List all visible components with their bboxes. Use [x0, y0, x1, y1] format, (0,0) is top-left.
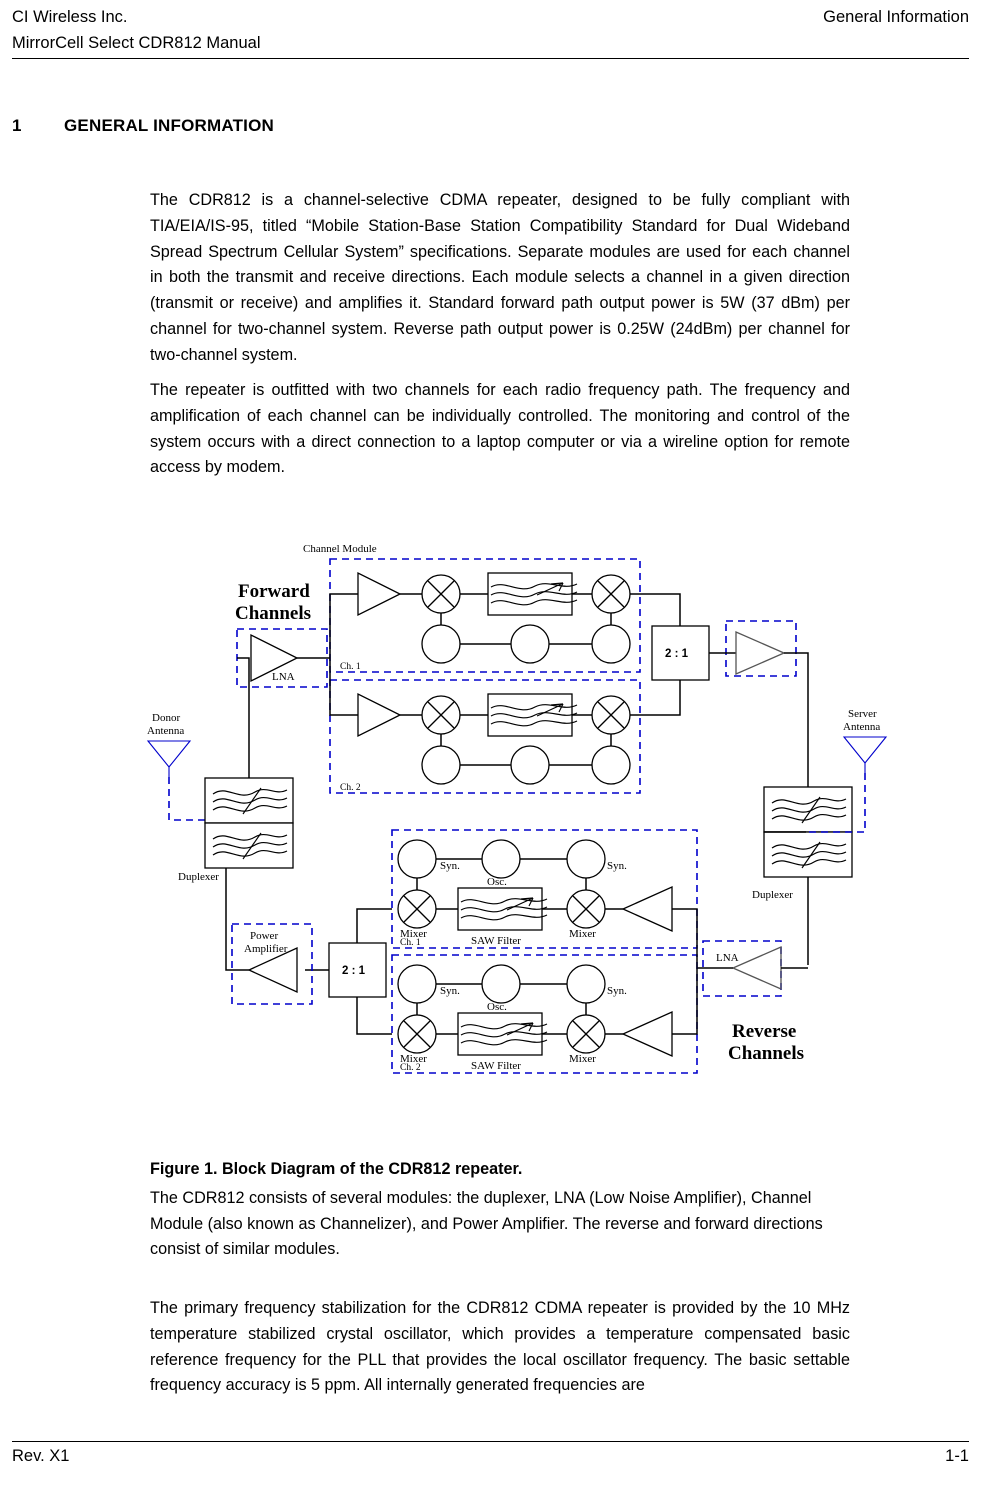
reverse-channels-label-2: Channels — [728, 1043, 804, 1064]
header-company: CI Wireless Inc. — [12, 8, 128, 26]
reverse-ch2-synth1 — [397, 964, 437, 1004]
section-number: 1 — [12, 116, 22, 135]
reverse-ch2-syn1-label: Syn. — [440, 985, 460, 997]
server-duplexer-upper — [763, 786, 853, 833]
left-duplexer-label: Duplexer — [178, 871, 219, 883]
donor-antenna-icon — [146, 740, 192, 768]
channel-module-label: Channel Module — [303, 543, 377, 555]
forward-channels-label-1: Forward — [238, 581, 310, 602]
donor-antenna-label-1: Donor — [152, 712, 180, 724]
figure-caption-title: Figure 1. Block Diagram of the CDR812 re… — [150, 1160, 523, 1178]
reverse-ch1-syn2-label: Syn. — [607, 860, 627, 872]
power-amplifier-label-2: Amplifier — [244, 943, 288, 955]
page-footer: Rev. X1 1-1 — [12, 1447, 969, 1466]
forward-combiner-label: 2 : 1 — [665, 648, 689, 660]
page-header: CI Wireless Inc. General Information Mir… — [12, 4, 969, 59]
power-amplifier-label-1: Power — [250, 930, 278, 942]
forward-lna-label: LNA — [272, 671, 295, 683]
header-row-2: MirrorCell Select CDR812 Manual — [12, 30, 969, 56]
reverse-ch2-osc — [481, 964, 521, 1004]
reverse-lna-triangle — [731, 946, 782, 990]
reverse-ch2-synth2 — [566, 964, 606, 1004]
forward-channels-label-2: Channels — [235, 603, 311, 624]
donor-antenna-lead — [168, 777, 207, 821]
forward-ch1-synth2 — [591, 624, 631, 664]
forward-ch2-module-outline — [329, 679, 641, 794]
reverse-ch1-mixer1-label: Mixer — [400, 928, 427, 940]
forward-ch1-synth1 — [421, 624, 461, 664]
forward-ch1-amp — [357, 571, 402, 617]
reverse-ch2-mixer2-label: Mixer — [569, 1053, 596, 1065]
footer-revision: Rev. X1 — [12, 1447, 70, 1465]
reverse-ch2-module-outline — [391, 954, 698, 1074]
donor-duplexer-lower — [204, 822, 294, 869]
forward-ch2-osc — [510, 745, 550, 785]
reverse-ch1-osc-label: Osc. — [487, 876, 507, 888]
forward-ch2-synth1 — [421, 745, 461, 785]
reverse-ch1-synth1 — [397, 839, 437, 879]
reverse-channels-label-1: Reverse — [732, 1021, 796, 1042]
reverse-ch1-synth2 — [566, 839, 606, 879]
header-section-name: General Information — [823, 8, 969, 26]
right-duplexer-label: Duplexer — [752, 889, 793, 901]
server-antenna-label-1: Server — [848, 708, 877, 720]
paragraph-frequency-stabilization: The primary frequency stabilization for … — [150, 1299, 850, 1395]
reverse-ch2-mixer1-label: Mixer — [400, 1053, 427, 1065]
reverse-ch1-module-outline — [391, 829, 698, 949]
forward-ch2-label: Ch. 2 — [340, 783, 361, 793]
forward-ch2-synth2 — [591, 745, 631, 785]
forward-ch1-osc — [510, 624, 550, 664]
header-row-1: CI Wireless Inc. General Information — [12, 4, 969, 30]
reverse-ch1-amp — [621, 885, 673, 933]
section-title-text: GENERAL INFORMATION — [64, 116, 274, 135]
donor-duplexer-upper — [204, 777, 294, 824]
document-page: CI Wireless Inc. General Information Mir… — [0, 0, 981, 1493]
server-duplexer-lower — [763, 831, 853, 878]
paragraph-overview: The CDR812 is a channel-selective CDMA r… — [150, 191, 850, 364]
footer-divider — [12, 1441, 969, 1442]
reverse-ch2-saw-label: SAW Filter — [471, 1060, 521, 1072]
donor-antenna-label-2: Antenna — [147, 725, 184, 737]
block-diagram-figure: Channel Module Forward Channels Reverse … — [0, 535, 981, 1145]
forward-ch1-module-outline — [329, 558, 641, 673]
reverse-lna-label: LNA — [716, 952, 739, 964]
header-divider — [12, 58, 969, 59]
reverse-ch1-saw-label: SAW Filter — [471, 935, 521, 947]
reverse-ch2-osc-label: Osc. — [487, 1001, 507, 1013]
forward-ch2-amp — [357, 692, 402, 738]
reverse-ch1-osc — [481, 839, 521, 879]
paragraph-modules: The CDR812 consists of several modules: … — [150, 1189, 823, 1258]
forward-ch1-label: Ch. 1 — [340, 662, 361, 672]
footer-page-number: 1-1 — [945, 1447, 969, 1465]
reverse-ch2-syn2-label: Syn. — [607, 985, 627, 997]
paragraph-channels: The repeater is outfitted with two chann… — [150, 381, 850, 477]
server-antenna-label-2: Antenna — [843, 721, 880, 733]
server-antenna-icon — [842, 736, 888, 764]
reverse-ch1-mixer2-label: Mixer — [569, 928, 596, 940]
section-heading: 1 GENERAL INFORMATION — [12, 116, 274, 136]
reverse-ch2-amp — [621, 1010, 673, 1058]
forward-output-amp-triangle — [735, 631, 786, 675]
header-manual-title: MirrorCell Select CDR812 Manual — [12, 34, 261, 52]
reverse-ch1-syn1-label: Syn. — [440, 860, 460, 872]
reverse-splitter-label: 2 : 1 — [342, 965, 366, 977]
